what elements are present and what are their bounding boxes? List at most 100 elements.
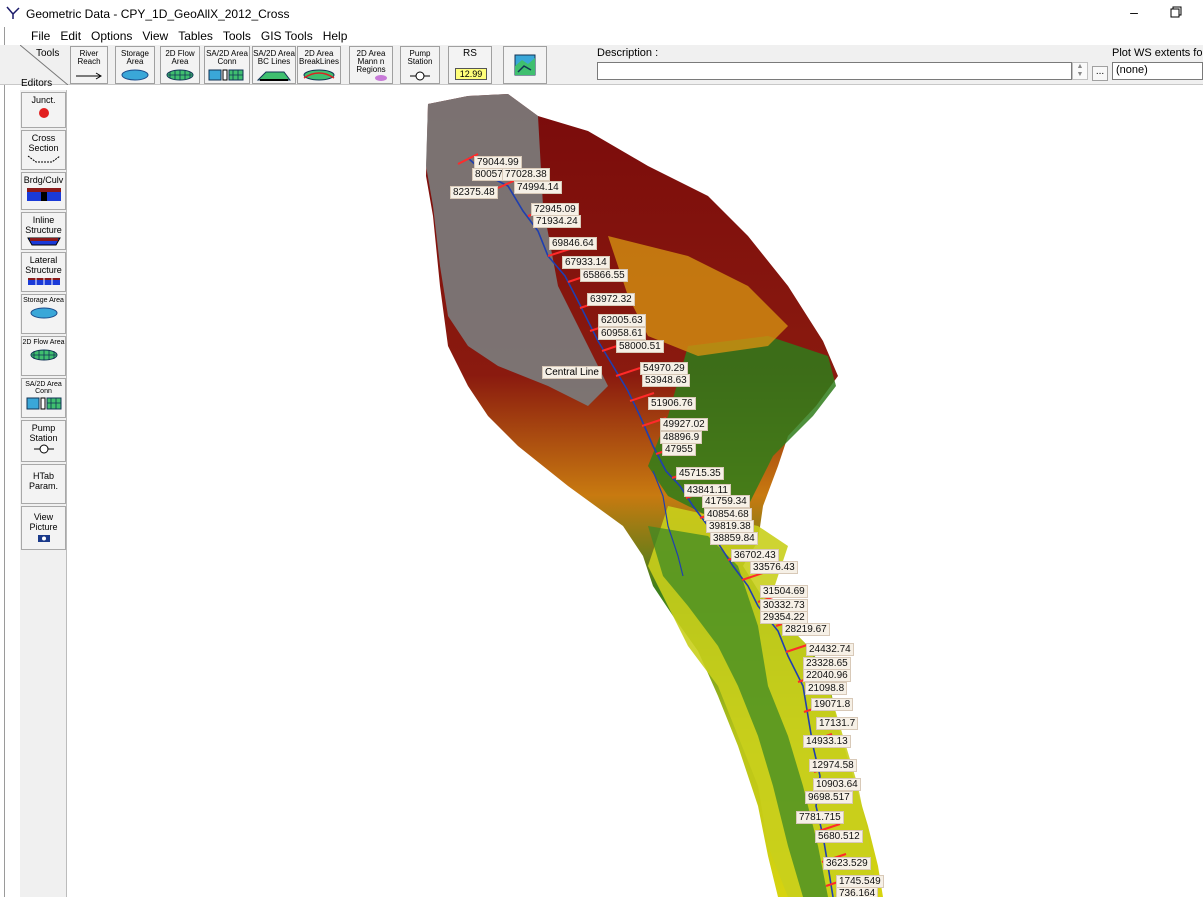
rs-label-3623[interactable]: 3623.529 xyxy=(823,857,871,870)
breaklines-icon xyxy=(303,69,335,81)
rs-label-65866[interactable]: 65866.55 xyxy=(580,269,628,282)
river-reach-icon xyxy=(76,72,102,80)
pump-station-button[interactable]: Pump Station xyxy=(400,46,440,84)
rs-label-53948[interactable]: 53948.63 xyxy=(642,374,690,387)
2d-flow-area-editor-button[interactable]: 2D Flow Area xyxy=(21,336,66,376)
geometry-map-canvas[interactable]: Central Line 79044.99 80057 77028.38 823… xyxy=(68,86,1203,897)
rs-value: 12.99 xyxy=(459,69,483,79)
rs-label-28219[interactable]: 28219.67 xyxy=(782,623,830,636)
rs-label-69846[interactable]: 69846.64 xyxy=(549,237,597,250)
pump-station-label: Pump Station xyxy=(407,49,433,66)
title-bar: Geometric Data - CPY_1D_GeoAllX_2012_Cro… xyxy=(0,0,1203,27)
view-picture-button[interactable]: View Picture xyxy=(21,506,66,550)
description-more-button[interactable]: ... xyxy=(1092,66,1108,81)
description-spinner[interactable]: ▲ ▼ xyxy=(1072,62,1088,80)
rs-label-60958[interactable]: 60958.61 xyxy=(598,327,646,340)
htab-param-label: HTab Param. xyxy=(28,471,58,491)
rs-label-22040[interactable]: 22040.96 xyxy=(803,669,851,682)
rs-label-21098[interactable]: 21098.8 xyxy=(805,682,848,695)
bc-lines-icon xyxy=(256,71,291,81)
rs-label-9698[interactable]: 9698.517 xyxy=(805,791,853,804)
rs-label-38859[interactable]: 38859.84 xyxy=(710,532,758,545)
rs-label-58000[interactable]: 58000.51 xyxy=(616,340,664,353)
description-input[interactable] xyxy=(597,62,1072,80)
rs-label-24432[interactable]: 24432.74 xyxy=(806,643,854,656)
junction-label: Junct. xyxy=(31,95,56,105)
sa-2d-conn-button[interactable]: SA/2D Area Conn xyxy=(204,46,250,84)
sa-2d-conn-editor-label: SA/2D Area Conn xyxy=(25,381,62,395)
rs-button[interactable]: RS 12.99 xyxy=(448,46,492,84)
terrain-map xyxy=(426,94,883,897)
menu-gis-tools[interactable]: GIS Tools xyxy=(256,27,318,45)
rs-label-17131[interactable]: 17131.7 xyxy=(816,717,859,730)
bridge-culvert-editor-button[interactable]: Brdg/Culv xyxy=(21,172,66,210)
menu-file[interactable]: File xyxy=(26,27,55,45)
rs-label-14933[interactable]: 14933.13 xyxy=(803,735,851,748)
rs-label-82375[interactable]: 82375.48 xyxy=(450,186,498,199)
rs-label-47955[interactable]: 47955 xyxy=(662,443,696,456)
tools-label: Tools xyxy=(36,48,60,59)
rs-label-45715[interactable]: 45715.35 xyxy=(676,467,724,480)
menu-tables[interactable]: Tables xyxy=(173,27,218,45)
menu-tools[interactable]: Tools xyxy=(218,27,256,45)
rs-label-67933[interactable]: 67933.14 xyxy=(562,256,610,269)
rs-label-31504[interactable]: 31504.69 xyxy=(760,585,808,598)
storage-area-editor-button[interactable]: Storage Area xyxy=(21,294,66,334)
2d-flow-area-button[interactable]: 2D Flow Area xyxy=(160,46,200,84)
sa-2d-conn-editor-button[interactable]: SA/2D Area Conn xyxy=(21,378,66,418)
mann-n-icon xyxy=(375,75,387,81)
rs-label-77028[interactable]: 77028.38 xyxy=(502,168,550,181)
window-left-border xyxy=(4,27,5,897)
storage-area-button[interactable]: Storage Area xyxy=(115,46,155,84)
map-icon xyxy=(514,54,536,76)
2d-mesh-icon xyxy=(166,69,194,81)
map-view-button[interactable] xyxy=(503,46,547,84)
rs-label-71934[interactable]: 71934.24 xyxy=(533,215,581,228)
junction-editor-button[interactable]: Junct. xyxy=(21,92,66,128)
rs-label-74994[interactable]: 74994.14 xyxy=(514,181,562,194)
rs-label-49927[interactable]: 49927.02 xyxy=(660,418,708,431)
storage-area-icon xyxy=(121,69,149,81)
app-icon xyxy=(6,6,20,19)
minimize-button[interactable]: – xyxy=(1124,2,1144,22)
rs-label-80057[interactable]: 80057 xyxy=(472,168,506,181)
rs-value-tag: 12.99 xyxy=(455,68,487,80)
menu-options[interactable]: Options xyxy=(86,27,137,45)
rs-label-5680[interactable]: 5680.512 xyxy=(815,830,863,843)
sa-2d-bc-lines-button[interactable]: SA/2D Area BC Lines xyxy=(252,46,296,84)
storage-area-label: Storage Area xyxy=(120,49,150,66)
description-label: Description : xyxy=(597,47,659,59)
mann-n-regions-button[interactable]: 2D Area Mann n Regions xyxy=(349,46,393,84)
menu-view[interactable]: View xyxy=(137,27,173,45)
htab-param-button[interactable]: HTab Param. xyxy=(21,464,66,504)
inline-structure-editor-button[interactable]: Inline Structure xyxy=(21,212,66,250)
menu-edit[interactable]: Edit xyxy=(55,27,86,45)
river-reach-button[interactable]: River Reach xyxy=(70,46,108,84)
plot-ws-select[interactable]: (none) xyxy=(1112,62,1203,80)
river-reach-label: River Reach xyxy=(77,49,101,66)
sa-2d-conn-label: SA/2D Area Conn xyxy=(206,49,248,66)
pump-station-editor-button[interactable]: Pump Station xyxy=(21,420,66,462)
rs-label-63972[interactable]: 63972.32 xyxy=(587,293,635,306)
rs-label-12974[interactable]: 12974.58 xyxy=(809,759,857,772)
menu-help[interactable]: Help xyxy=(318,27,353,45)
sa-2d-conn-editor-icon xyxy=(26,397,61,410)
rs-label-62005[interactable]: 62005.63 xyxy=(598,314,646,327)
cross-section-editor-button[interactable]: Cross Section xyxy=(21,130,66,170)
rs-label-7781[interactable]: 7781.715 xyxy=(796,811,844,824)
rs-label-736[interactable]: 736.164 xyxy=(836,887,879,897)
reach-name-label: Central Line xyxy=(542,366,602,379)
toolbar: Tools Editors River Reach Storage Area 2… xyxy=(0,45,1203,89)
rs-label-33576[interactable]: 33576.43 xyxy=(750,561,798,574)
lateral-structure-editor-button[interactable]: Lateral Structure xyxy=(21,252,66,292)
cross-section-label: Cross Section xyxy=(28,133,59,153)
rs-label-10903[interactable]: 10903.64 xyxy=(813,778,861,791)
restore-button[interactable] xyxy=(1166,2,1186,22)
rs-label-19071[interactable]: 19071.8 xyxy=(811,698,854,711)
2d-breaklines-button[interactable]: 2D Area BreakLines xyxy=(297,46,341,84)
rs-label-41759[interactable]: 41759.34 xyxy=(702,495,750,508)
rs-label-51906[interactable]: 51906.76 xyxy=(648,397,696,410)
rs-label: RS xyxy=(463,48,477,59)
sa-2d-bc-lines-label: SA/2D Area BC Lines xyxy=(253,49,295,66)
lateral-structure-label: Lateral Structure xyxy=(25,255,62,275)
